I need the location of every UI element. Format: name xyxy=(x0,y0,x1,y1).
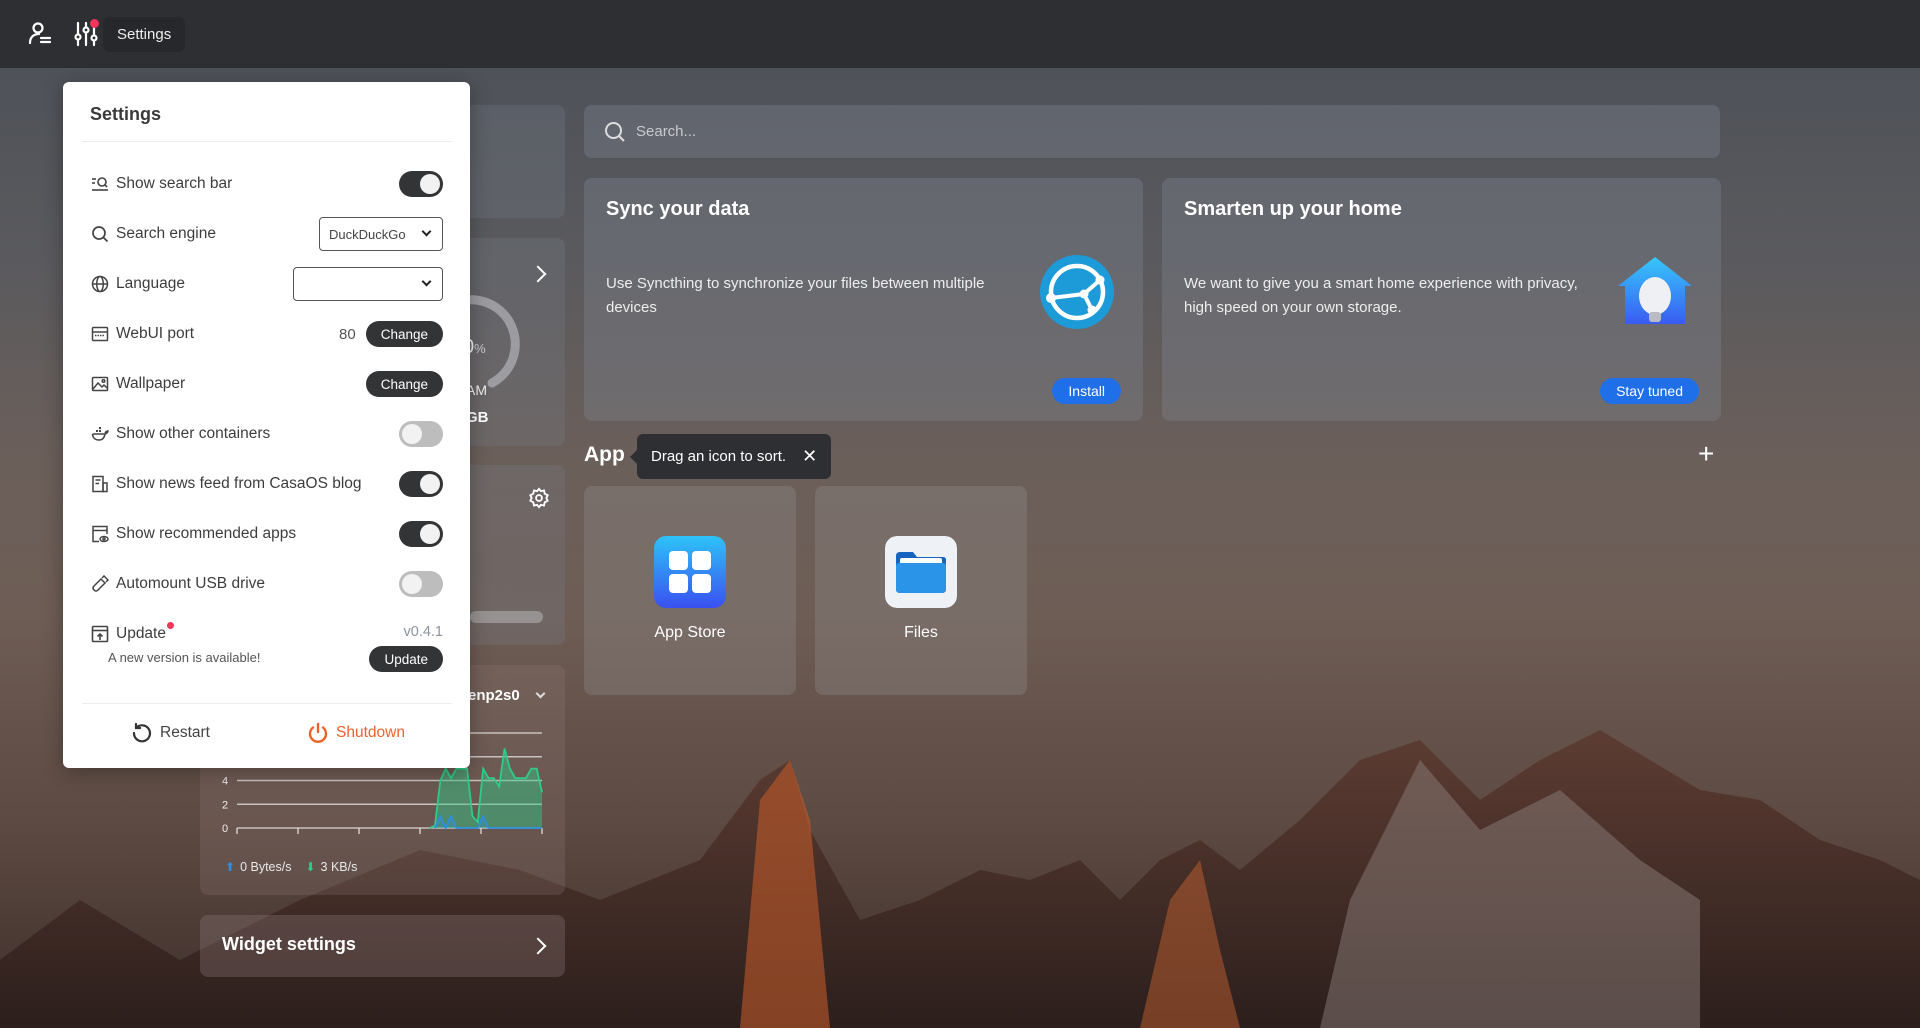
setting-label: Show news feed from CasaOS blog xyxy=(116,475,362,492)
divider xyxy=(82,703,452,704)
app-label: App Store xyxy=(654,624,726,641)
version-label: v0.4.1 xyxy=(403,624,444,640)
install-button[interactable]: Install xyxy=(1052,378,1121,404)
search-icon xyxy=(605,121,625,142)
card-description: Use Syncthing to synchronize your files … xyxy=(606,275,985,316)
setting-label: Search engine xyxy=(116,225,216,242)
notification-dot xyxy=(90,19,99,28)
setting-show-recommended-apps: Show recommended apps xyxy=(91,519,443,549)
chevron-right-icon[interactable] xyxy=(529,265,547,283)
shutdown-button[interactable]: Shutdown xyxy=(307,722,405,744)
files-icon xyxy=(885,536,957,608)
recommendation-card-smart-home: Smarten up your home We want to give you… xyxy=(1162,178,1721,421)
setting-language: Language xyxy=(91,267,443,301)
chevron-right-icon xyxy=(529,937,547,955)
news-icon xyxy=(92,475,108,493)
update-icon xyxy=(91,625,109,643)
setting-label: Show other containers xyxy=(116,425,271,442)
search-bar[interactable] xyxy=(584,105,1720,158)
usb-icon xyxy=(92,575,109,592)
y-tick-label: 0 xyxy=(222,823,228,835)
restart-icon xyxy=(132,722,152,743)
app-tile-files[interactable]: Files xyxy=(815,486,1027,695)
top-bar: Settings xyxy=(0,0,1920,68)
upload-speed: ⬆ 0 Bytes/s xyxy=(225,860,292,874)
settings-panel: Settings Show search bar Search engine D… xyxy=(63,82,470,768)
show-news-feed-toggle[interactable] xyxy=(399,471,443,497)
app-label: Files xyxy=(904,624,938,641)
sliders-icon[interactable] xyxy=(72,19,100,48)
recommendation-card-sync: Sync your data Use Syncthing to synchron… xyxy=(584,178,1143,421)
close-icon[interactable]: ✕ xyxy=(802,434,817,479)
setting-webui-port: WebUI port 80 Change xyxy=(91,319,443,349)
divider xyxy=(82,141,452,142)
card-description: We want to give you a smart home experie… xyxy=(1184,275,1578,316)
arrow-up-icon: ⬆ xyxy=(225,860,236,874)
network-interface-select[interactable]: enp2s0 xyxy=(468,687,520,704)
globe-icon xyxy=(91,275,109,293)
smart-home-icon xyxy=(1618,257,1692,324)
change-port-button[interactable]: Change xyxy=(365,321,443,347)
drag-sort-tooltip: Drag an icon to sort. ✕ xyxy=(629,434,832,479)
y-tick-label: 2 xyxy=(222,799,228,811)
change-wallpaper-button[interactable]: Change xyxy=(365,371,443,397)
search-input[interactable] xyxy=(636,123,1636,140)
notification-dot xyxy=(166,621,174,629)
arrow-down-icon: ⬇ xyxy=(305,860,316,874)
docker-icon xyxy=(91,427,109,441)
setting-automount-usb: Automount USB drive xyxy=(91,569,443,599)
storage-usage-bar xyxy=(470,611,543,623)
show-search-bar-toggle[interactable] xyxy=(399,171,443,197)
syncthing-icon xyxy=(1040,255,1114,329)
image-icon xyxy=(91,376,109,392)
setting-label: Show search bar xyxy=(116,175,233,192)
download-speed: ⬇ 3 KB/s xyxy=(305,860,358,874)
update-message: A new version is available! xyxy=(108,650,261,665)
setting-show-search-bar: Show search bar xyxy=(91,169,443,199)
app-store-icon xyxy=(654,536,726,608)
search-engine-select[interactable]: DuckDuckGo xyxy=(319,217,443,251)
setting-show-news-feed: Show news feed from CasaOS blog xyxy=(91,469,443,499)
setting-label: Automount USB drive xyxy=(116,575,266,592)
tooltip-text: Drag an icon to sort. xyxy=(651,448,787,465)
app-section-title: App xyxy=(584,443,625,466)
add-app-button[interactable]: + xyxy=(1698,440,1714,468)
search-bar-icon xyxy=(92,177,108,191)
app-eye-icon xyxy=(92,525,109,543)
chevron-down-icon xyxy=(421,226,432,237)
panel-title: Settings xyxy=(90,104,162,124)
stay-tuned-button[interactable]: Stay tuned xyxy=(1600,378,1699,404)
chevron-down-icon xyxy=(421,276,432,287)
settings-tooltip: Settings xyxy=(103,17,186,52)
power-icon xyxy=(308,722,328,743)
setting-label: WebUI port xyxy=(116,325,195,342)
setting-wallpaper: Wallpaper Change xyxy=(91,369,443,399)
network-legend: ⬆ 0 Bytes/s ⬇ 3 KB/s xyxy=(225,860,357,874)
card-title: Smarten up your home xyxy=(1184,198,1402,220)
setting-label: Wallpaper xyxy=(116,375,186,392)
card-title: Sync your data xyxy=(606,198,750,220)
setting-label: Show recommended apps xyxy=(116,525,297,542)
setting-search-engine: Search engine DuckDuckGo xyxy=(91,217,443,251)
app-tile-app-store[interactable]: App Store xyxy=(584,486,796,695)
restart-button[interactable]: Restart xyxy=(131,722,210,744)
show-recommended-apps-toggle[interactable] xyxy=(399,521,443,547)
update-button[interactable]: Update xyxy=(369,646,443,672)
setting-update: Update xyxy=(91,619,291,649)
port-icon xyxy=(91,326,109,342)
setting-label: Update xyxy=(116,625,166,642)
user-list-icon[interactable] xyxy=(26,20,54,48)
widget-settings-label: Widget settings xyxy=(222,934,356,954)
search-icon xyxy=(92,226,109,243)
show-other-containers-toggle[interactable] xyxy=(399,421,443,447)
language-select[interactable] xyxy=(293,267,443,301)
y-tick-label: 4 xyxy=(222,776,228,788)
setting-show-other-containers: Show other containers xyxy=(91,419,443,449)
automount-usb-toggle[interactable] xyxy=(399,571,443,597)
setting-label: Language xyxy=(116,275,185,292)
port-value: 80 xyxy=(339,325,356,343)
gear-icon[interactable] xyxy=(528,487,550,509)
